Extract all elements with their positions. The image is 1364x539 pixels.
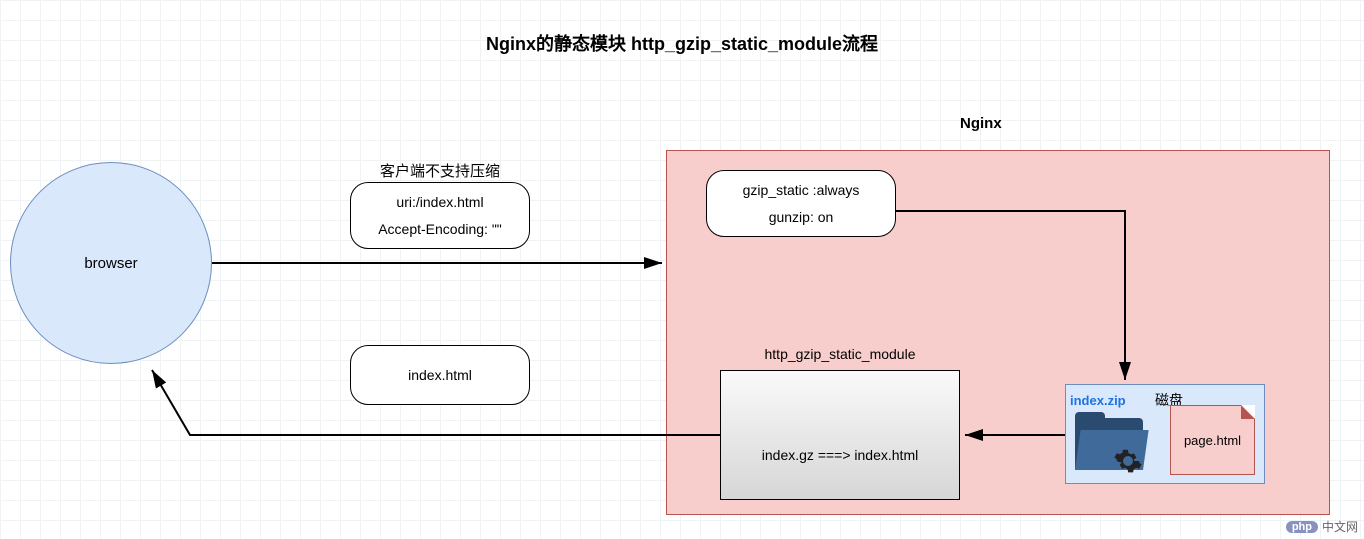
config-gunzip: gunzip: on (769, 204, 834, 231)
folder-icon (1075, 412, 1145, 472)
nginx-label: Nginx (960, 115, 1002, 132)
watermark: php 中文网 (1286, 518, 1358, 535)
page-file-label: page.html (1184, 433, 1241, 448)
gear-icon (1113, 446, 1143, 476)
disk-zip-label: index.zip (1070, 393, 1126, 408)
request-accept-encoding: Accept-Encoding: "" (378, 216, 502, 243)
watermark-php: php (1286, 521, 1318, 533)
browser-label: browser (84, 255, 137, 272)
page-file: page.html (1170, 405, 1255, 475)
client-note: 客户端不支持压缩 (380, 160, 500, 181)
module-box: index.gz ===> index.html (720, 370, 960, 500)
response-box: index.html (350, 345, 530, 405)
diagram-title: Nginx的静态模块 http_gzip_static_module流程 (0, 30, 1364, 56)
config-box: gzip_static :always gunzip: on (706, 170, 896, 237)
watermark-text: 中文网 (1322, 518, 1358, 535)
browser-node: browser (10, 162, 212, 364)
response-body: index.html (408, 362, 472, 389)
request-uri: uri:/index.html (396, 189, 483, 216)
request-box: uri:/index.html Accept-Encoding: "" (350, 182, 530, 249)
module-body: index.gz ===> index.html (762, 447, 918, 463)
module-label: http_gzip_static_module (720, 346, 960, 362)
config-gzip-static: gzip_static :always (743, 177, 860, 204)
